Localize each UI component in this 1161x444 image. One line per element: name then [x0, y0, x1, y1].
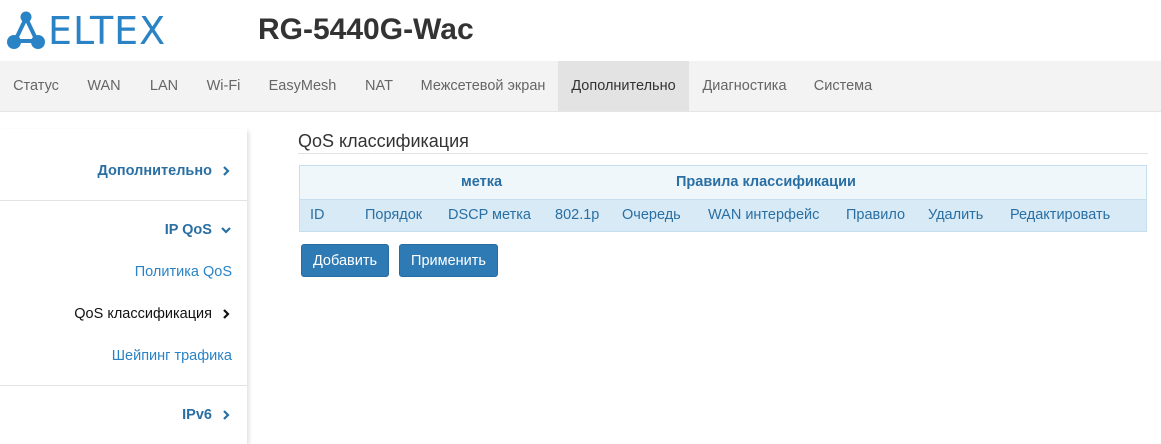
chevron-right-icon	[223, 309, 230, 319]
column-header-delete: Удалить	[928, 207, 984, 223]
nav-tab-system[interactable]: Система	[800, 61, 886, 111]
column-header-id: ID	[310, 207, 325, 223]
eltex-logo: ELTEX	[6, 10, 196, 52]
sidebar-group-label: IPv6	[182, 407, 212, 423]
nav-tab-firewall[interactable]: Межсетевой экран	[408, 61, 558, 111]
table-group-header-row: метка Правила классификации	[300, 166, 1146, 200]
table-column-header-row: ID Порядок DSCP метка 802.1p Очередь WAN…	[300, 200, 1146, 231]
column-header-rule: Правило	[846, 207, 906, 223]
sidebar-group-ipv6[interactable]: IPv6	[182, 407, 232, 423]
group-header-rules: Правила классификации	[676, 174, 856, 190]
sidebar-divider	[0, 385, 247, 386]
nav-tab-nat[interactable]: NAT	[350, 61, 408, 111]
top-navigation: Статус WAN LAN Wi-Fi EasyMesh NAT Межсет…	[0, 61, 1161, 112]
column-header-edit: Редактировать	[1010, 207, 1111, 223]
sidebar-item-label: QoS классификация	[74, 306, 212, 322]
column-header-queue: Очередь	[622, 207, 681, 223]
qos-classification-table: метка Правила классификации ID Порядок D…	[299, 165, 1147, 232]
sidebar-item-qos-classification[interactable]: QoS классификация	[74, 306, 232, 322]
nav-tab-diagnostics[interactable]: Диагностика	[689, 61, 800, 111]
chevron-right-icon	[223, 410, 230, 420]
header: ELTEX RG-5440G-Wac	[0, 0, 1161, 61]
device-model-title: RG-5440G-Wac	[258, 13, 474, 46]
sidebar: Дополнительно IP QoS Политика QoS QoS кл…	[0, 129, 247, 444]
group-header-label: метка	[461, 174, 503, 190]
eltex-logo-mark-icon	[7, 11, 45, 49]
nav-tab-status[interactable]: Статус	[0, 61, 72, 111]
column-header-wan-interface: WAN интерфейс	[708, 207, 820, 223]
nav-tab-wan[interactable]: WAN	[72, 61, 136, 111]
sidebar-group-ip-qos[interactable]: IP QoS	[165, 222, 232, 238]
sidebar-group-advanced[interactable]: Дополнительно	[98, 163, 232, 179]
column-header-order: Порядок	[365, 207, 423, 223]
page-title: QoS классификация	[298, 131, 469, 151]
column-header-8021p: 802.1p	[555, 207, 600, 223]
sidebar-item-traffic-shaping[interactable]: Шейпинг трафика	[112, 348, 232, 364]
chevron-down-icon	[221, 227, 231, 234]
apply-button[interactable]: Применить	[399, 244, 498, 277]
sidebar-group-label: Дополнительно	[97, 163, 212, 179]
title-divider	[298, 153, 1148, 154]
sidebar-item-qos-policy[interactable]: Политика QoS	[135, 264, 232, 280]
logo-wordmark: ELTEX	[48, 9, 167, 53]
column-header-dscp: DSCP метка	[448, 207, 531, 223]
nav-tab-wifi[interactable]: Wi-Fi	[192, 61, 255, 111]
chevron-right-icon	[223, 166, 230, 176]
sidebar-divider	[0, 200, 247, 201]
nav-tab-advanced[interactable]: Дополнительно	[558, 61, 689, 111]
nav-tab-easymesh[interactable]: EasyMesh	[255, 61, 350, 111]
sidebar-group-label: IP QoS	[164, 222, 212, 238]
nav-tab-lan[interactable]: LAN	[136, 61, 192, 111]
add-button[interactable]: Добавить	[301, 244, 389, 277]
